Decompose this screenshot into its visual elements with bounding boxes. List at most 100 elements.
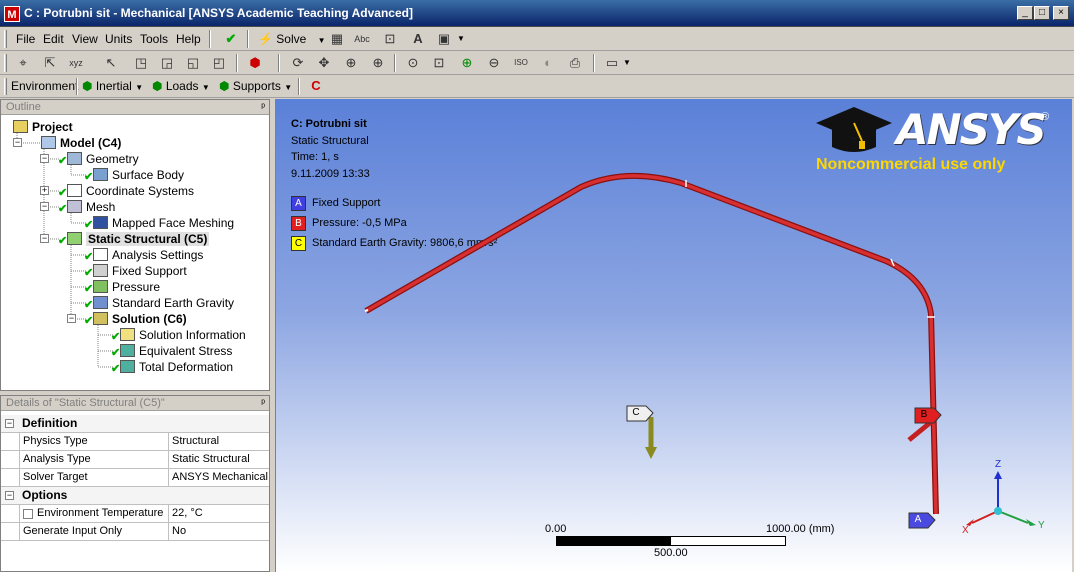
- print-icon[interactable]: ⎙: [565, 53, 585, 73]
- chevron-down-icon[interactable]: ▼: [623, 58, 631, 67]
- zoom-out-icon[interactable]: ⊖: [484, 53, 504, 73]
- xyz-icon[interactable]: xyz: [66, 53, 86, 73]
- chevron-down-icon[interactable]: ▼: [457, 34, 465, 43]
- marker-c[interactable]: C: [627, 407, 645, 418]
- loads-dropdown[interactable]: ⬢ Loads ▼: [152, 79, 210, 93]
- check-icon: ✔: [58, 203, 68, 215]
- tree-item-mesh[interactable]: ✔ Mesh: [58, 199, 115, 215]
- solve-button[interactable]: ⚡ Solve ▼: [258, 30, 326, 48]
- rotate-icon[interactable]: ⟳: [288, 53, 308, 73]
- tree-item-analysis-settings[interactable]: ✔ Analysis Settings: [84, 247, 203, 263]
- menu-view[interactable]: View: [72, 32, 98, 46]
- marker-a[interactable]: A: [909, 514, 927, 525]
- scale-bar-fill: [557, 537, 671, 545]
- menu-units[interactable]: Units: [105, 32, 132, 46]
- select-face-icon[interactable]: ◱: [183, 53, 203, 73]
- menu-edit[interactable]: Edit: [43, 32, 64, 46]
- isometric-icon[interactable]: ISO: [511, 53, 531, 73]
- zoom-box-icon[interactable]: ⊙: [403, 53, 423, 73]
- tree-item-static-structural[interactable]: ✔ Static Structural (C5): [58, 231, 210, 247]
- zoom-icon[interactable]: ⊕: [341, 53, 361, 73]
- row-key: Physics Type: [19, 433, 169, 451]
- collapse-toggle[interactable]: −: [13, 138, 22, 147]
- annotation-icon[interactable]: A: [408, 29, 428, 49]
- tree-item-solution-information[interactable]: ✔ Solution Information: [111, 327, 246, 343]
- check-icon[interactable]: ✔: [221, 29, 241, 49]
- environment-label: Environment: [11, 79, 79, 93]
- select-vertex-icon[interactable]: ◳: [131, 53, 151, 73]
- details-row[interactable]: Solver Target ANSYS Mechanical: [1, 469, 269, 487]
- pan-icon[interactable]: ✥: [314, 53, 334, 73]
- image-icon[interactable]: ▣: [434, 29, 454, 49]
- collapse-toggle[interactable]: −: [40, 234, 49, 243]
- select-body-icon[interactable]: ◰: [209, 53, 229, 73]
- tree-item-fixed-support[interactable]: ✔ Fixed Support: [84, 263, 187, 279]
- graphics-viewport[interactable]: C: Potrubni sit Static Structural Time: …: [275, 99, 1072, 572]
- viewport-layout-icon[interactable]: ▭: [602, 53, 622, 73]
- collapse-toggle[interactable]: −: [40, 202, 49, 211]
- pin-icon[interactable]: ᵖ: [261, 396, 265, 411]
- surface-body-icon: [93, 168, 108, 181]
- scale-left-label: 0.00: [545, 523, 567, 535]
- commands-icon[interactable]: C: [306, 76, 326, 96]
- lasso-icon[interactable]: ⇱: [40, 53, 60, 73]
- tree-item-standard-earth-gravity[interactable]: ✔ Standard Earth Gravity: [84, 295, 234, 311]
- collapse-toggle[interactable]: −: [5, 491, 14, 500]
- supports-label: Supports: [232, 79, 281, 93]
- pointer-icon[interactable]: ↖: [101, 53, 121, 73]
- select-mode-icon[interactable]: ⌖: [13, 53, 33, 73]
- mesh-icon: [67, 200, 82, 213]
- coordinate-axes-icon: [67, 184, 82, 197]
- check-icon: ✔: [58, 187, 68, 199]
- select-edge-icon[interactable]: ◲: [157, 53, 177, 73]
- tree-item-project[interactable]: Project: [13, 119, 73, 135]
- check-icon: ✔: [84, 315, 94, 327]
- named-selection-icon[interactable]: ⬢: [245, 53, 265, 73]
- tree-item-pressure[interactable]: ✔ Pressure: [84, 279, 160, 295]
- menu-file[interactable]: File: [16, 32, 35, 46]
- axis-y-label: Y: [1038, 520, 1045, 531]
- chart-icon[interactable]: ⊡: [380, 29, 400, 49]
- tree-item-total-deformation[interactable]: ✔ Total Deformation: [111, 359, 234, 375]
- inertial-dropdown[interactable]: ⬢ Inertial ▼: [82, 79, 143, 93]
- group-options[interactable]: − Options: [1, 487, 269, 505]
- minimize-button[interactable]: _: [1017, 6, 1033, 20]
- details-row[interactable]: Analysis Type Static Structural: [1, 451, 269, 469]
- menu-help[interactable]: Help: [176, 32, 201, 46]
- collapse-toggle[interactable]: −: [67, 314, 76, 323]
- worksheet-icon[interactable]: ▦: [327, 29, 347, 49]
- maximize-button[interactable]: □: [1034, 6, 1050, 20]
- zoom-fit-icon[interactable]: ⊡: [429, 53, 449, 73]
- tree-item-equivalent-stress[interactable]: ✔ Equivalent Stress: [111, 343, 233, 359]
- collapse-toggle[interactable]: −: [5, 419, 14, 428]
- zoom-in-icon[interactable]: ⊕: [368, 53, 388, 73]
- group-definition[interactable]: − Definition: [1, 415, 269, 433]
- pipe-model[interactable]: [276, 99, 1072, 572]
- tree-item-label: Total Deformation: [139, 360, 234, 374]
- tree-item-model[interactable]: Model (C4): [41, 135, 121, 151]
- check-icon: ✔: [84, 171, 94, 183]
- tree-item-solution[interactable]: ✔ Solution (C6): [84, 311, 187, 327]
- details-row[interactable]: Physics Type Structural: [1, 433, 269, 451]
- text-label-icon[interactable]: Abc: [352, 29, 372, 49]
- tree-item-label: Geometry: [86, 152, 139, 166]
- tree-item-surface-body[interactable]: ✔ Surface Body: [84, 167, 184, 183]
- grid-icon: [93, 216, 108, 229]
- details-row[interactable]: Generate Input Only No: [1, 523, 269, 541]
- details-row[interactable]: Environment Temperature 22, °C: [1, 505, 269, 523]
- previous-view-icon[interactable]: ◐: [538, 53, 558, 73]
- tree-item-coordinate-systems[interactable]: ✔ Coordinate Systems: [58, 183, 194, 199]
- close-button[interactable]: ×: [1053, 6, 1069, 20]
- collapse-toggle[interactable]: −: [40, 154, 49, 163]
- tree-item-geometry[interactable]: ✔ Geometry: [58, 151, 139, 167]
- tree-item-mapped-face-meshing[interactable]: ✔ Mapped Face Meshing: [84, 215, 234, 231]
- scale-bar: [556, 536, 786, 546]
- marker-b[interactable]: B: [915, 409, 933, 420]
- tree-item-label: Equivalent Stress: [139, 344, 233, 358]
- check-icon: ✔: [84, 283, 94, 295]
- magnify-icon[interactable]: ⊕: [457, 53, 477, 73]
- menu-tools[interactable]: Tools: [140, 32, 168, 46]
- menu-bar: File Edit View Units Tools Help ✔ ⚡ Solv…: [0, 27, 1074, 51]
- expand-toggle[interactable]: +: [40, 186, 49, 195]
- supports-dropdown[interactable]: ⬢ Supports ▼: [219, 79, 292, 93]
